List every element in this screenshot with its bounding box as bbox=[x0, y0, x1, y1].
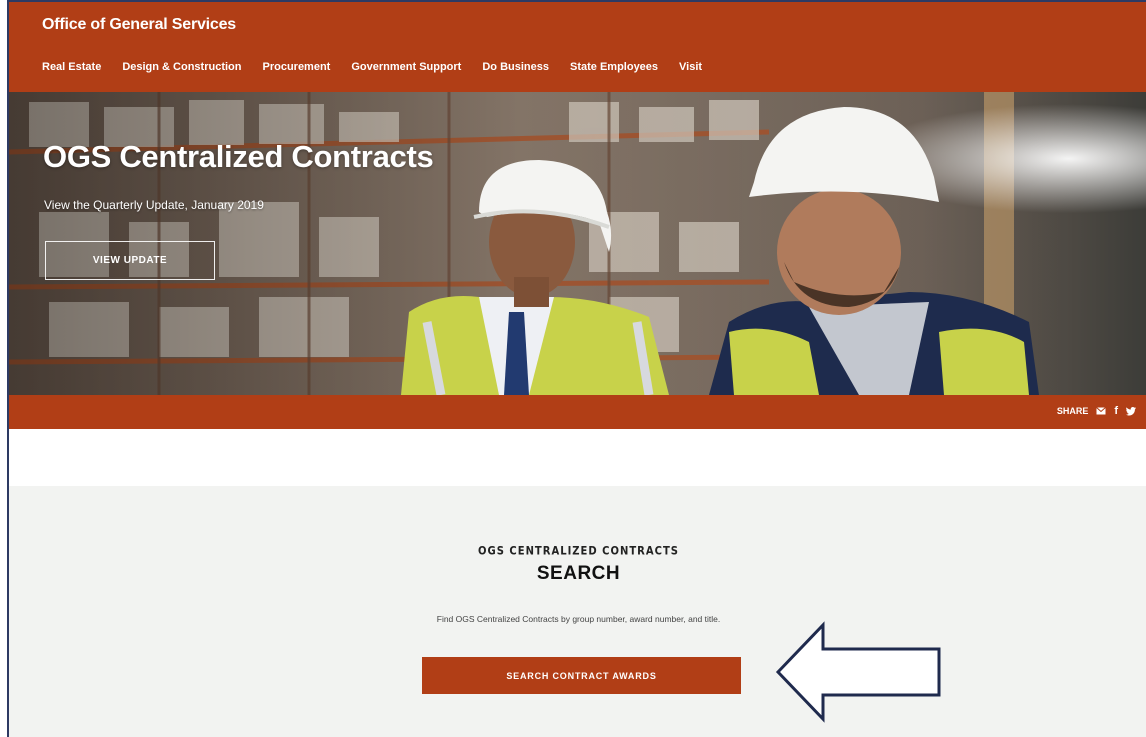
site-title[interactable]: Office of General Services bbox=[42, 16, 236, 34]
search-contract-awards-button[interactable]: SEARCH CONTRACT AWARDS bbox=[422, 657, 741, 694]
facebook-icon[interactable]: f bbox=[1114, 405, 1118, 417]
nav-item-do-business[interactable]: Do Business bbox=[482, 61, 549, 73]
contract-search-section: OGS CENTRALIZED CONTRACTS SEARCH Find OG… bbox=[9, 486, 1146, 737]
section-eyebrow: OGS CENTRALIZED CONTRACTS bbox=[478, 545, 679, 558]
nav-item-state-employees[interactable]: State Employees bbox=[570, 61, 658, 73]
nav-item-visit[interactable]: Visit bbox=[679, 61, 702, 73]
nav-item-procurement[interactable]: Procurement bbox=[262, 61, 330, 73]
section-description: Find OGS Centralized Contracts by group … bbox=[436, 614, 721, 624]
view-update-button[interactable]: VIEW UPDATE bbox=[45, 241, 215, 280]
twitter-icon[interactable] bbox=[1126, 405, 1136, 417]
site-header: Office of General Services Real Estate D… bbox=[9, 2, 1146, 92]
nav-item-design-construction[interactable]: Design & Construction bbox=[122, 61, 241, 73]
browser-page: Office of General Services Real Estate D… bbox=[7, 0, 1146, 737]
hero-title: OGS Centralized Contracts bbox=[43, 139, 434, 174]
share-bar: SHARE f bbox=[9, 395, 1146, 429]
nav-item-real-estate[interactable]: Real Estate bbox=[42, 61, 101, 73]
email-icon[interactable] bbox=[1096, 405, 1107, 417]
nav-item-government-support[interactable]: Government Support bbox=[351, 61, 461, 73]
section-heading: SEARCH bbox=[536, 563, 621, 584]
hero-subtitle: View the Quarterly Update, January 2019 bbox=[44, 198, 264, 212]
hero-banner: OGS Centralized Contracts View the Quart… bbox=[9, 92, 1146, 395]
main-nav: Real Estate Design & Construction Procur… bbox=[42, 61, 723, 73]
share-label: SHARE bbox=[1056, 406, 1089, 416]
share-links: SHARE f bbox=[1057, 405, 1136, 417]
